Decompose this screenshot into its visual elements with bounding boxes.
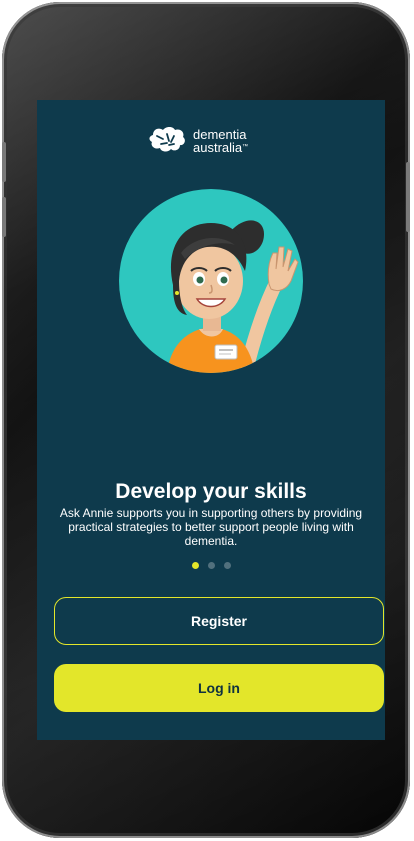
brain-logo-icon [149,127,185,152]
phone-frame: dementia australia™ Develop your skills … [2,2,410,838]
logo-wordmark: dementia australia™ [193,128,248,154]
phone-volume-button [2,197,6,237]
pagination-dot-1[interactable] [191,562,199,569]
dementia-australia-logo: dementia australia™ [147,124,248,158]
pagination-dots [37,562,385,569]
pagination-dot-2[interactable] [207,562,215,569]
logo-trademark: ™ [242,144,249,150]
login-button[interactable]: Log in [54,664,384,712]
phone-side-button [406,162,410,232]
onboarding-title: Develop your skills [115,480,307,503]
register-button[interactable]: Register [54,597,384,645]
app-screen: dementia australia™ Develop your skills … [37,100,385,740]
onboarding-description: Ask Annie supports you in supporting oth… [59,506,363,548]
annie-avatar-illustration [119,189,303,373]
logo-line-2: australia™ [193,140,249,155]
phone-volume-button [2,142,6,182]
annie-character-icon [167,220,299,373]
name-badge-icon [214,344,238,360]
pagination-dot-3[interactable] [223,562,231,569]
